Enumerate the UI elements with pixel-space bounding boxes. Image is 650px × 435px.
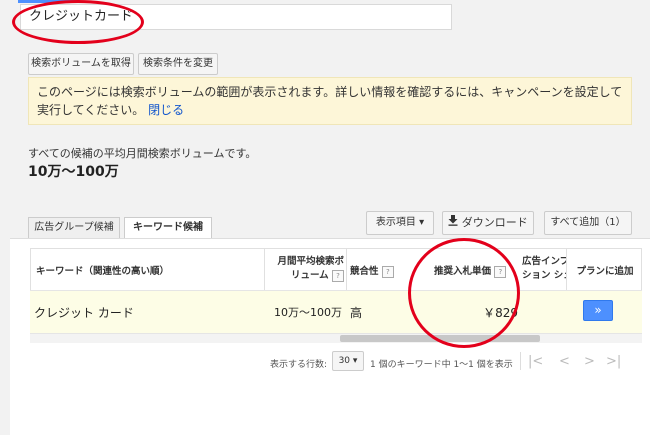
columns-label: 表示項目 [375,217,416,228]
header-keyword[interactable]: キーワード（関連性の高い順） [36,263,169,277]
rows-per-page-value: 30 [338,356,351,366]
average-volume-value: 10万〜100万 [28,164,119,180]
chevron-down-icon: ▾ [352,356,358,366]
last-page-icon[interactable]: >| [606,354,621,369]
rows-per-page-select[interactable]: 30 ▾ [332,351,364,371]
next-page-icon[interactable]: > [584,354,595,369]
horizontal-scrollbar[interactable] [30,334,642,343]
row-keyword: クレジット カード [34,306,134,320]
header-volume-line1: 月間平均検索ボ [277,256,344,267]
help-icon[interactable]: ? [332,269,344,282]
notice-close-link[interactable]: 閉じる [148,103,184,117]
header-volume-line2: リューム [290,270,329,281]
change-conditions-button[interactable]: 検索条件を変更 [138,53,218,75]
highlight-circle-keyword [12,0,144,44]
average-volume-label: すべての候補の平均月間検索ボリュームです。 [28,147,257,160]
rows-per-page-label: 表示する行数: [270,360,328,370]
header-impression-line2: ション シェ [522,270,566,281]
tab-ad-group-ideas[interactable]: 広告グループ候補 [28,217,120,239]
header-add-to-plan: プランに追加 [576,266,634,277]
download-icon [448,212,458,234]
columns-button[interactable]: 表示項目 ▾ [366,211,434,235]
header-impression-line1: 広告インプ [522,256,566,267]
first-page-icon[interactable]: |< [528,354,543,369]
highlight-circle-bid [408,238,520,348]
notice-banner: このページには検索ボリュームの範囲が表示されます。詳しい情報を確認するには、キャ… [28,77,632,125]
pagination-range: 1 個のキーワード中 1〜1 個を表示 [370,360,513,370]
header-impression-share[interactable]: 広告インプ ション シェ [522,255,566,283]
header-competition-label: 競合性 [350,266,379,277]
row-competition: 高 [350,306,363,320]
help-icon[interactable]: ? [381,265,394,278]
header-monthly-volume[interactable]: 月間平均検索ボ リューム ? [270,255,344,283]
pager-divider [520,352,521,370]
download-label: ダウンロード [461,216,528,229]
add-all-button[interactable]: すべて追加（1） [544,211,632,235]
download-button[interactable]: ダウンロード [442,211,534,235]
add-to-plan-button[interactable]: » [583,300,613,321]
previous-page-icon[interactable]: < [559,354,570,369]
get-search-volume-button[interactable]: 検索ボリュームを取得 [28,53,134,75]
row-monthly-volume: 10万〜100万 [274,306,342,319]
notice-text: このページには検索ボリュームの範囲が表示されます。詳しい情報を確認するには、キャ… [37,85,623,117]
header-competition[interactable]: 競合性 ? [350,263,394,278]
tab-keyword-ideas[interactable]: キーワード候補 [124,217,212,240]
chevron-down-icon: ▾ [419,217,425,228]
